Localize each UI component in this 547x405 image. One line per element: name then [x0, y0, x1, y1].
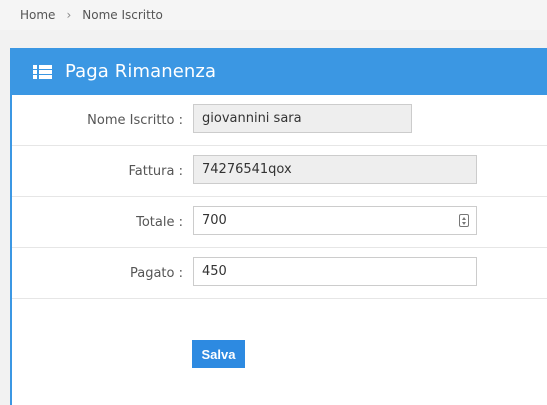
nome-iscritto-field[interactable]: giovannini sara: [193, 104, 412, 133]
payment-panel: Paga Rimanenza Nome Iscritto : giovannin…: [10, 48, 547, 405]
save-button[interactable]: Salva: [192, 340, 245, 368]
totale-label: Totale :: [136, 214, 183, 230]
row-totale: Totale : 700: [12, 197, 547, 248]
row-pagato: Pagato : 450: [12, 248, 547, 299]
breadcrumb-separator: ›: [66, 8, 72, 22]
totale-field[interactable]: 700: [193, 206, 477, 235]
totale-value: 700: [202, 213, 227, 228]
list-icon: [33, 64, 52, 79]
pagato-label: Pagato :: [129, 265, 183, 281]
panel-title: Paga Rimanenza: [65, 61, 217, 82]
breadcrumb-current: Nome Iscritto: [82, 8, 163, 22]
row-nome-iscritto: Nome Iscritto : giovannini sara: [12, 95, 547, 146]
nome-iscritto-label: Nome Iscritto :: [87, 112, 183, 128]
fattura-label: Fattura :: [128, 163, 183, 179]
fattura-field[interactable]: 74276541qox: [193, 155, 477, 184]
breadcrumb-home-link[interactable]: Home: [20, 8, 55, 22]
panel-header: Paga Rimanenza: [12, 48, 547, 95]
pagato-field[interactable]: 450: [193, 257, 477, 286]
number-spinner-icon[interactable]: [459, 214, 469, 227]
breadcrumb: Home › Nome Iscritto: [0, 0, 547, 30]
row-fattura: Fattura : 74276541qox: [12, 146, 547, 197]
